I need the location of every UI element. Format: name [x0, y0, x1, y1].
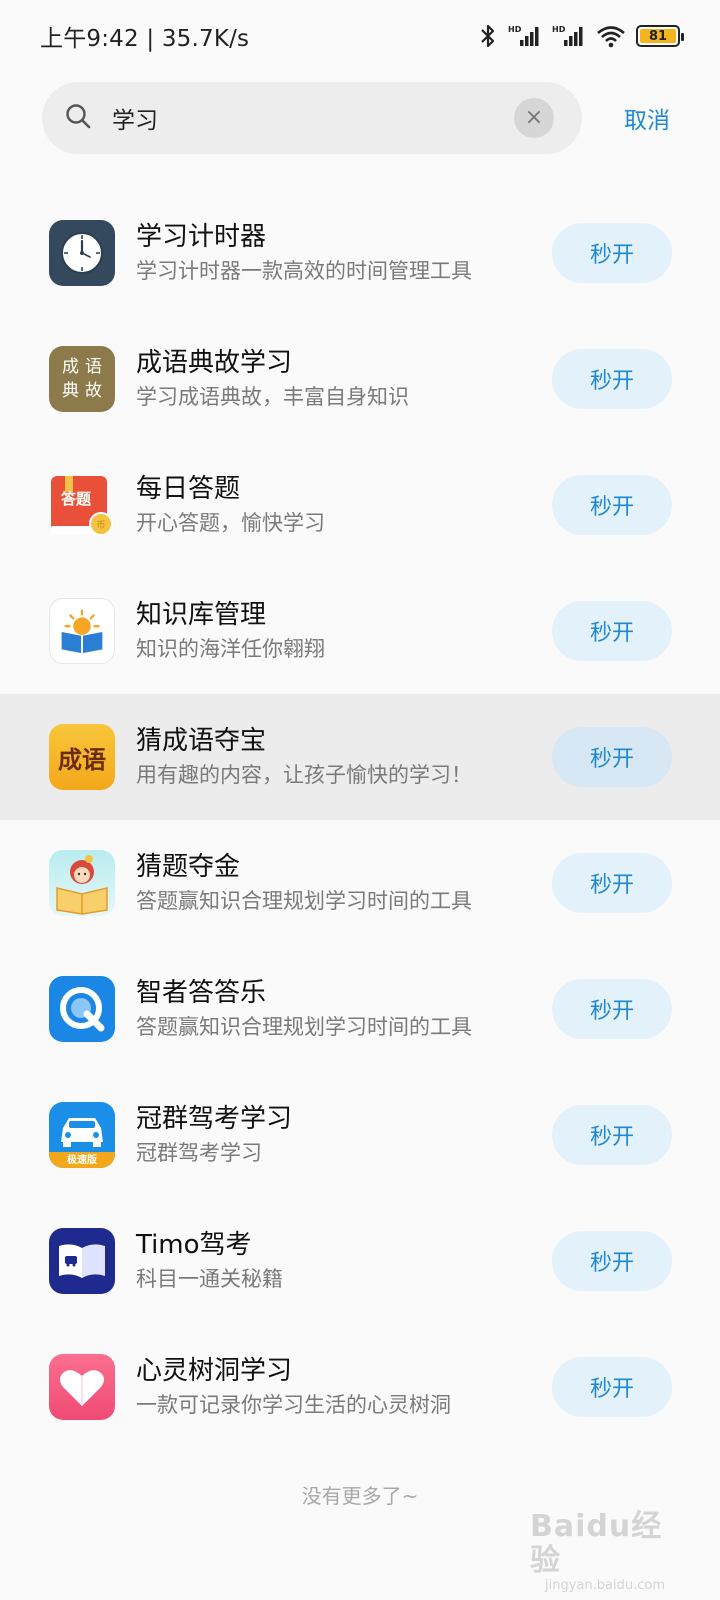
app-name: 每日答题 — [136, 474, 241, 504]
app-description: 冠群驾考学习 — [136, 1141, 262, 1165]
wifi-icon — [596, 24, 626, 48]
app-row-heart-treehole[interactable]: 心灵树洞学习 一款可记录你学习生活的心灵树洞 秒开 — [0, 1324, 720, 1450]
battery-level: 81 — [640, 29, 676, 43]
search-box[interactable]: × — [42, 82, 582, 154]
app-name: Timo驾考 — [136, 1230, 252, 1260]
hd-signal-icon: HD — [552, 24, 586, 48]
open-button[interactable]: 秒开 — [552, 1357, 672, 1417]
app-name: 知识库管理 — [136, 600, 267, 630]
app-row-knowledge-base[interactable]: 知识库管理 知识的海洋任你翱翔 秒开 — [0, 568, 720, 694]
app-row-guanqun-driving[interactable]: 极速版 冠群驾考学习 冠群驾考学习 秒开 — [0, 1072, 720, 1198]
clock-icon — [49, 220, 115, 286]
search-results-list: 学习计时器 学习计时器一款高效的时间管理工具 秒开 成语 典故 成语典故学习 学… — [0, 190, 720, 1450]
reading-girl-icon — [49, 850, 115, 916]
svg-text:HD: HD — [508, 25, 522, 34]
car-icon: 极速版 — [49, 1102, 115, 1168]
open-button[interactable]: 秒开 — [552, 601, 672, 661]
q-pen-icon — [49, 976, 115, 1042]
idiom-treasure-icon: 成语 — [49, 724, 115, 790]
status-icons: HD HD 81 — [478, 23, 684, 49]
app-name: 智者答答乐 — [136, 978, 267, 1008]
search-icon — [64, 102, 112, 134]
app-row-daily-quiz[interactable]: 币 答题 每日答题 开心答题，愉快学习 秒开 — [0, 442, 720, 568]
app-description: 学习计时器一款高效的时间管理工具 — [136, 259, 472, 283]
no-more-label: 没有更多了~ — [301, 1484, 419, 1508]
sunrise-book-icon — [49, 598, 115, 664]
app-description: 开心答题，愉快学习 — [136, 511, 325, 535]
status-bar: 上午9:42 | 35.7K/s HD HD 81 — [0, 0, 720, 72]
app-row-idiom-treasure[interactable]: 成语 猜成语夺宝 用有趣的内容，让孩子愉快的学习！ 秒开 — [0, 694, 720, 820]
cancel-button[interactable]: 取消 — [624, 101, 670, 135]
open-button[interactable]: 秒开 — [552, 727, 672, 787]
app-row-idiom-stories[interactable]: 成语 典故 成语典故学习 学习成语典故，丰富自身知识 秒开 — [0, 316, 720, 442]
app-description: 答题赢知识合理规划学习时间的工具 — [136, 889, 472, 913]
app-name: 成语典故学习 — [136, 348, 293, 378]
open-book-car-icon — [49, 1228, 115, 1294]
status-time: 上午9:42 | 35.7K/s — [40, 26, 250, 52]
clear-search-button[interactable]: × — [514, 98, 554, 138]
svg-text:HD: HD — [552, 25, 566, 34]
app-name: 冠群驾考学习 — [136, 1104, 293, 1134]
app-name: 猜成语夺宝 — [136, 726, 267, 756]
watermark-logo: Baidu经验 — [530, 1509, 663, 1578]
app-description: 知识的海洋任你翱翔 — [136, 637, 325, 661]
app-name: 心灵树洞学习 — [136, 1356, 293, 1386]
svg-text:币: 币 — [96, 520, 105, 531]
open-button[interactable]: 秒开 — [552, 853, 672, 913]
open-button[interactable]: 秒开 — [552, 223, 672, 283]
idiom-book-icon: 成语 典故 — [49, 346, 115, 412]
app-description: 学习成语典故，丰富自身知识 — [136, 385, 409, 409]
app-row-guess-quiz-gold[interactable]: 猜题夺金 答题赢知识合理规划学习时间的工具 秒开 — [0, 820, 720, 946]
app-row-study-timer[interactable]: 学习计时器 学习计时器一款高效的时间管理工具 秒开 — [0, 190, 720, 316]
bluetooth-icon — [478, 23, 498, 49]
open-button[interactable]: 秒开 — [552, 349, 672, 409]
heart-icon — [49, 1354, 115, 1420]
battery-icon: 81 — [636, 25, 684, 47]
app-name: 猜题夺金 — [136, 852, 241, 882]
app-description: 一款可记录你学习生活的心灵树洞 — [136, 1393, 451, 1417]
open-button[interactable]: 秒开 — [552, 475, 672, 535]
app-row-timo-driving[interactable]: Timo驾考 科目一通关秘籍 秒开 — [0, 1198, 720, 1324]
app-name: 学习计时器 — [136, 222, 267, 252]
open-button[interactable]: 秒开 — [552, 1105, 672, 1165]
app-description: 答题赢知识合理规划学习时间的工具 — [136, 1015, 472, 1039]
app-description: 科目一通关秘籍 — [136, 1267, 283, 1291]
open-button[interactable]: 秒开 — [552, 979, 672, 1039]
app-row-wise-quiz[interactable]: 智者答答乐 答题赢知识合理规划学习时间的工具 秒开 — [0, 946, 720, 1072]
app-description: 用有趣的内容，让孩子愉快的学习！ — [136, 763, 472, 787]
hd-signal-icon: HD — [508, 24, 542, 48]
search-row: × 取消 — [42, 82, 682, 154]
search-input[interactable] — [112, 105, 514, 131]
quiz-book-icon: 币 答题 — [49, 472, 115, 538]
baidu-jingyan-watermark: Baidu经验 jingyan.baidu.com — [530, 1510, 680, 1594]
open-button[interactable]: 秒开 — [552, 1231, 672, 1291]
watermark-url: jingyan.baidu.com — [545, 1578, 665, 1593]
